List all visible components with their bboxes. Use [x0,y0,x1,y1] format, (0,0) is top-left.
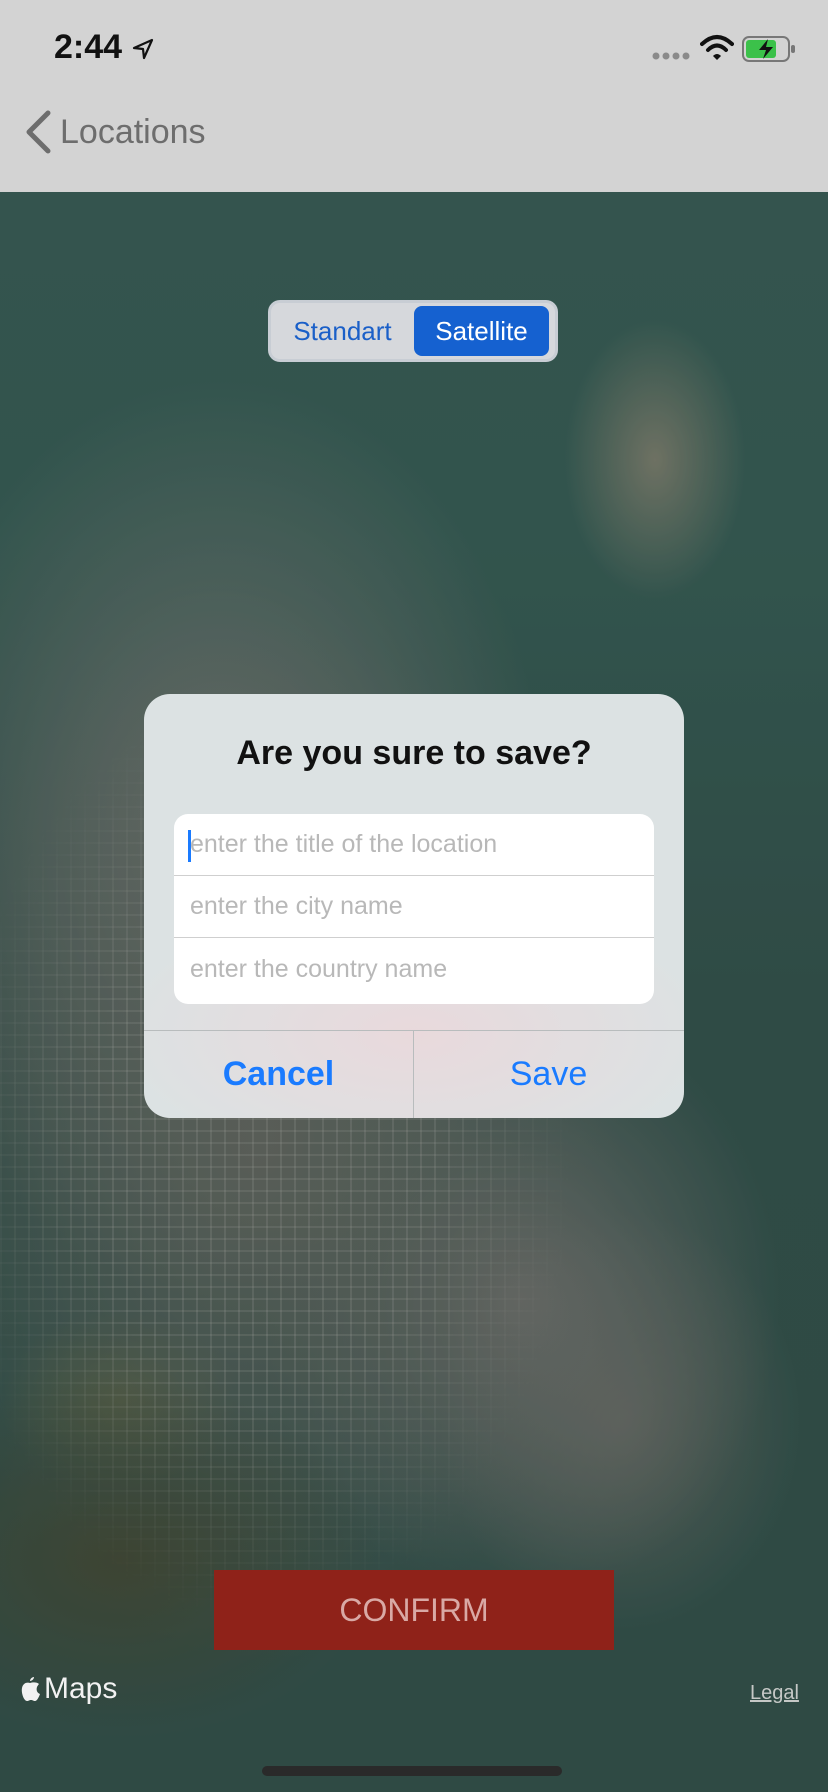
alert-text-fields [174,814,654,1004]
navigation-bar: 2:44 Locations [0,0,828,192]
alert-title: Are you sure to save? [236,734,592,772]
city-name-input[interactable] [188,891,632,922]
city-name-field-row [174,876,654,938]
country-name-field-row [174,938,654,1000]
segment-standart[interactable]: Standart [274,306,411,356]
cancel-button[interactable]: Cancel [144,1031,413,1118]
save-alert-dialog: Are you sure to save? Cancel Save [144,694,684,1118]
wifi-icon [700,35,734,60]
legal-link[interactable]: Legal [750,1682,799,1705]
confirm-button[interactable]: CONFIRM [214,1570,614,1650]
location-title-field-row [174,814,654,876]
home-indicator[interactable] [262,1766,562,1776]
map-type-segmented-control[interactable]: Standart Satellite [268,300,558,362]
apple-maps-logo: Maps [18,1672,117,1706]
location-title-input[interactable] [188,829,632,860]
back-button[interactable]: Locations [24,106,206,158]
status-time: 2:44 [54,28,123,66]
save-button[interactable]: Save [414,1031,683,1118]
back-button-label: Locations [60,112,206,151]
apple-logo-icon [21,1677,40,1701]
country-name-input[interactable] [188,953,632,985]
signal-dots-icon [652,52,690,60]
chevron-left-icon [26,110,51,154]
battery-charging-icon [742,36,795,62]
maps-logo-text: Maps [44,1672,118,1705]
location-arrow-icon [132,38,154,60]
segment-satellite[interactable]: Satellite [414,306,549,356]
text-caret [188,830,191,862]
